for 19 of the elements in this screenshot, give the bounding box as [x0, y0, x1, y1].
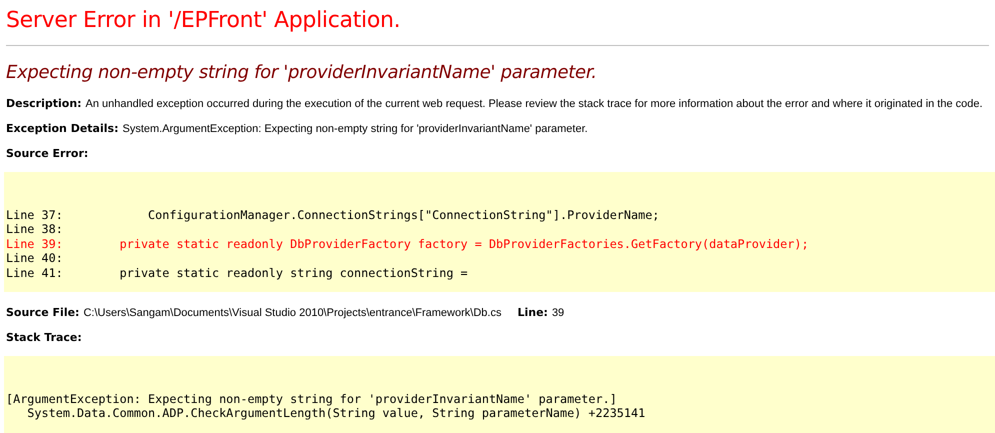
page-title: Server Error in '/EPFront' Application.: [6, 7, 402, 35]
line-label: Line:: [517, 306, 548, 320]
code-line: Line 39: private static readonly DbProviderFactory factory = DbProviderFactories.GetFactory(dataProvider);: [6, 236, 810, 252]
source-file-path: C:\Users\Sangam\Documents\Visual Studio 2010\Projects\entrance\Framework\Db.cs: [83, 307, 502, 320]
line-number: 39: [552, 307, 564, 320]
code-line: Line 37: ConfigurationManager.ConnectionStrings["ConnectionString"].ProviderName;: [6, 208, 660, 222]
source-file-label: Source File:: [6, 306, 80, 320]
exception-details-text: System.ArgumentException: Expecting non-empty string for 'providerInvariantName' parameter.: [122, 123, 588, 135]
stack-trace-line: [ArgumentException: Expecting non-empty string for 'providerInvariantName' parameter.]: [6, 392, 618, 406]
code-line: Line 41: private static readonly string connectionString =: [6, 266, 469, 280]
source-error-label: Source Error:: [6, 147, 88, 160]
description-text: An unhandled exception occurred during the execution of the current web request. Please review the stack trace for more information about the error and where it originated in the code.: [86, 98, 983, 110]
stack-trace-label: Stack Trace:: [6, 331, 82, 344]
code-line: Line 40:: [6, 251, 64, 266]
error-heading: Expecting non-empty string for 'providerInvariantName' parameter.: [6, 62, 598, 83]
exception-details-label: Exception Details:: [6, 122, 118, 135]
code-line: Line 38:: [6, 222, 64, 237]
description-label: Description:: [6, 97, 82, 110]
stack-trace-line: System.Data.Common.ADP.CheckArgumentLength(String value, String parameterName) +2235141: [26, 406, 646, 421]
